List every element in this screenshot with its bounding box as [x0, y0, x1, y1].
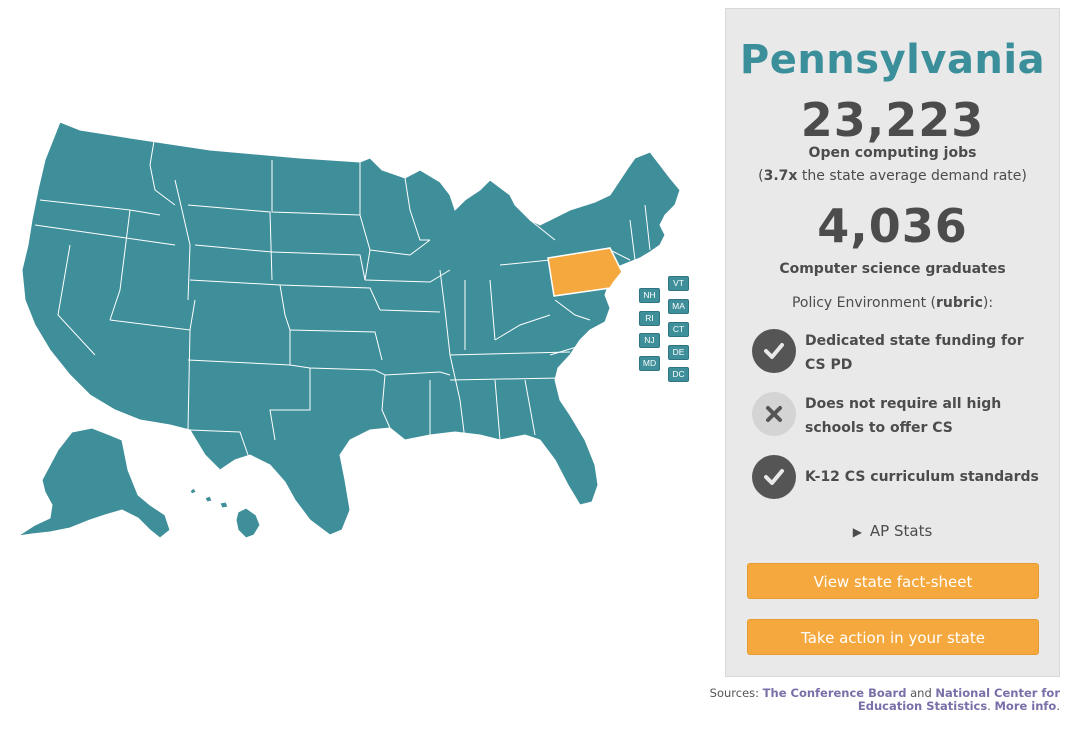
- alaska-shape[interactable]: [17, 427, 171, 539]
- check-icon: [752, 455, 796, 499]
- ap-stats-label: AP Stats: [869, 522, 933, 540]
- state-button-vt[interactable]: VT: [668, 276, 689, 291]
- state-info-panel: Pennsylvania 23,223 Open computing jobs …: [725, 8, 1060, 677]
- policy-text: K-12 CS curriculum standards: [805, 469, 1039, 485]
- open-jobs-count: 23,223: [800, 93, 985, 147]
- triangle-right-icon: ▶: [852, 525, 862, 539]
- demand-rate-text: (3.7x the state average demand rate): [758, 168, 1027, 184]
- cs-grads-label: Computer science graduates: [779, 261, 1006, 277]
- ap-stats-toggle[interactable]: ▶ AP Stats: [726, 522, 1059, 540]
- check-icon: [752, 329, 796, 373]
- hawaii-shape[interactable]: [189, 487, 261, 539]
- sources-note: Sources: The Conference Board and Nation…: [709, 686, 1060, 713]
- state-title: Pennsylvania: [739, 37, 1046, 83]
- view-fact-sheet-button[interactable]: View state fact-sheet: [747, 563, 1039, 599]
- policy-item-state-funding: Dedicated state funding for CS PD: [752, 329, 1042, 379]
- conference-board-link[interactable]: The Conference Board: [763, 686, 907, 700]
- policy-text: Does not require all high schools to off…: [805, 396, 1002, 436]
- cs-grads-count: 4,036: [817, 199, 968, 253]
- state-button-nj[interactable]: NJ: [639, 333, 660, 348]
- take-action-button[interactable]: Take action in your state: [747, 619, 1039, 655]
- policy-heading: Policy Environment (rubric):: [791, 295, 994, 311]
- state-button-de[interactable]: DE: [668, 345, 689, 360]
- more-info-link[interactable]: More info: [994, 699, 1056, 713]
- state-button-dc[interactable]: DC: [668, 367, 689, 382]
- demand-rate-value: 3.7x: [763, 168, 798, 184]
- open-jobs-label: Open computing jobs: [808, 145, 977, 161]
- state-button-nh[interactable]: NH: [639, 288, 660, 303]
- x-icon: [752, 392, 796, 436]
- state-button-ct[interactable]: CT: [668, 322, 689, 337]
- rubric-link[interactable]: rubric: [936, 295, 983, 311]
- us-map: VT NH MA RI CT NJ DE MD DC: [10, 110, 710, 560]
- policy-item-curriculum: K-12 CS curriculum standards: [752, 455, 1042, 505]
- policy-text: Dedicated state funding for CS PD: [805, 333, 1024, 373]
- policy-item-high-schools: Does not require all high schools to off…: [752, 392, 1042, 442]
- state-button-ri[interactable]: RI: [639, 311, 660, 326]
- us-states-map: [17, 121, 681, 539]
- state-button-ma[interactable]: MA: [668, 299, 689, 314]
- state-button-md[interactable]: MD: [639, 356, 660, 371]
